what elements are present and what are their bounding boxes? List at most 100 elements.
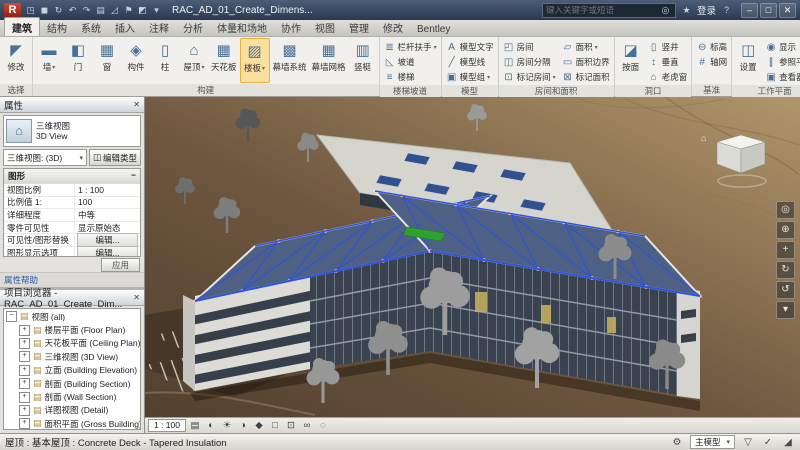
property-row[interactable]: 详细程度中等: [4, 209, 140, 222]
floor-button[interactable]: ▨ 楼板▾: [240, 38, 270, 83]
model-line-button[interactable]: ╱ 模型线: [444, 55, 496, 69]
tag-area-button[interactable]: ⊠ 标记面积: [560, 70, 612, 84]
rendering-icon[interactable]: ◆: [252, 420, 266, 431]
rewind-icon[interactable]: ↺: [776, 281, 795, 299]
component-button[interactable]: ◈ 构件: [122, 38, 150, 83]
close-icon[interactable]: ✕: [133, 100, 140, 109]
panel-label-model[interactable]: 模型: [442, 85, 498, 97]
close-icon[interactable]: ✕: [133, 293, 140, 302]
detail-level-icon[interactable]: ▤: [188, 420, 202, 431]
property-row[interactable]: 比例值 1:100: [4, 197, 140, 210]
grid-button[interactable]: # 轴网: [694, 55, 729, 69]
tab-annotate[interactable]: 注释: [142, 18, 176, 36]
tab-collaborate[interactable]: 协作: [274, 18, 308, 36]
tab-insert[interactable]: 插入: [108, 18, 142, 36]
tab-bentley[interactable]: Bentley: [410, 22, 457, 36]
tree-item-detail[interactable]: + ▤ 详图视图 (Detail): [4, 404, 140, 417]
measure-icon[interactable]: ◿: [108, 5, 121, 16]
property-row[interactable]: 视图比例1 : 100: [4, 184, 140, 197]
tab-architecture[interactable]: 建筑: [4, 17, 40, 36]
zoom-icon[interactable]: ⊕: [776, 221, 795, 239]
redo-icon[interactable]: ↷: [80, 5, 93, 16]
window-button[interactable]: ▦ 窗: [93, 38, 121, 83]
app-logo-icon[interactable]: R: [4, 3, 21, 18]
model-group-button[interactable]: ▣ 模型组 ▾: [444, 70, 496, 84]
model-text-button[interactable]: A 模型文字: [444, 40, 496, 54]
default-3d-view-icon[interactable]: ◩: [136, 5, 149, 16]
design-option-dropdown[interactable]: 主模型 ▾: [690, 435, 735, 449]
tab-structure[interactable]: 结构: [40, 18, 74, 36]
tab-manage[interactable]: 管理: [342, 18, 376, 36]
type-selector[interactable]: ⌂ 三维视图 3D View: [3, 115, 141, 147]
shadows-icon[interactable]: ◑: [236, 420, 250, 431]
collapse-icon[interactable]: −: [131, 170, 136, 182]
sync-icon[interactable]: ↻: [52, 5, 65, 16]
minimize-icon[interactable]: –: [741, 3, 758, 18]
tree-item-floor-plan[interactable]: + ▤ 楼层平面 (Floor Plan): [4, 323, 140, 336]
temporary-hide-icon[interactable]: ∞: [300, 420, 314, 431]
navbar-more-icon[interactable]: ▾: [776, 301, 795, 319]
set-work-plane-button[interactable]: ◫ 设置: [734, 38, 762, 84]
level-button[interactable]: ⊖ 标高: [694, 40, 729, 54]
viewer-button[interactable]: ▣ 查看器: [763, 70, 800, 84]
sign-in-link[interactable]: 登录: [697, 3, 716, 17]
close-icon[interactable]: ✕: [779, 3, 796, 18]
crop-view-icon[interactable]: □: [268, 420, 282, 431]
mullion-button[interactable]: ▥ 竖梃: [349, 38, 377, 83]
tree-item-building-section[interactable]: + ▤ 剖面 (Building Section): [4, 377, 140, 390]
show-work-plane-button[interactable]: ◉ 显示: [763, 40, 800, 54]
tree-item-3d-view[interactable]: + ▤ 三维视图 (3D View): [4, 350, 140, 363]
expand-icon[interactable]: +: [19, 418, 30, 429]
expand-icon[interactable]: +: [19, 338, 30, 349]
expand-icon[interactable]: +: [19, 392, 30, 403]
column-button[interactable]: ▯ 柱: [151, 38, 179, 83]
railing-button[interactable]: ≣ 栏杆扶手 ▾: [382, 40, 439, 54]
show-crop-icon[interactable]: ⊡: [284, 420, 298, 431]
expand-icon[interactable]: +: [19, 351, 30, 362]
help-icon[interactable]: ?: [720, 5, 733, 15]
orbit-icon[interactable]: ↻: [776, 261, 795, 279]
visual-style-icon[interactable]: ◐: [204, 420, 218, 431]
panel-label-circulation[interactable]: 楼梯坡道: [380, 85, 441, 97]
expand-icon[interactable]: +: [19, 378, 30, 389]
ceiling-button[interactable]: ▦ 天花板: [209, 38, 239, 83]
editable-only-icon[interactable]: ✓: [761, 437, 775, 448]
panel-label-work-plane[interactable]: 工作平面: [732, 85, 800, 97]
search-icon[interactable]: ◎: [659, 5, 672, 16]
edit-type-button[interactable]: ◫ 编辑类型: [89, 149, 141, 166]
area-boundary-button[interactable]: ▭ 面积边界: [560, 55, 612, 69]
apply-button[interactable]: 应用: [101, 258, 140, 272]
curtain-system-button[interactable]: ▩ 幕墙系统: [271, 38, 309, 83]
print-icon[interactable]: ▤: [94, 5, 107, 16]
tree-item-wall-section[interactable]: + ▤ 剖面 (Wall Section): [4, 390, 140, 403]
wall-button[interactable]: ▬ 墙▾: [35, 38, 63, 83]
panel-label-opening[interactable]: 洞口: [615, 85, 692, 97]
modify-button[interactable]: ◤ 修改: [2, 38, 30, 83]
area-button[interactable]: ▱ 面积 ▾: [560, 40, 612, 54]
tag-room-button[interactable]: ⊡ 标记房间 ▾: [501, 70, 558, 84]
panel-label-room-area[interactable]: 房间和面积: [499, 85, 614, 97]
tab-view[interactable]: 视图: [308, 18, 342, 36]
edit-button[interactable]: 编辑...: [77, 246, 138, 257]
dormer-button[interactable]: ⌂ 老虎窗: [646, 70, 690, 84]
tree-item-gross-building[interactable]: + ▤ 面积平面 (Gross Building): [4, 417, 140, 430]
by-face-button[interactable]: ◪ 按面: [617, 38, 645, 84]
expand-icon[interactable]: +: [19, 325, 30, 336]
panel-label-build[interactable]: 构建: [33, 84, 379, 96]
tab-analyze[interactable]: 分析: [176, 18, 210, 36]
shaft-button[interactable]: ▯ 竖井: [646, 40, 690, 54]
undo-icon[interactable]: ↶: [66, 5, 79, 16]
tag-icon[interactable]: ⚑: [122, 5, 135, 16]
expand-icon[interactable]: +: [19, 405, 30, 416]
tab-systems[interactable]: 系统: [74, 18, 108, 36]
search-input[interactable]: [546, 5, 656, 16]
pan-icon[interactable]: +: [776, 241, 795, 259]
room-separator-button[interactable]: ◫ 房间分隔: [501, 55, 558, 69]
door-button[interactable]: ◧ 门: [64, 38, 92, 83]
tree-item-ceiling-plan[interactable]: + ▤ 天花板平面 (Ceiling Plan): [4, 337, 140, 350]
save-icon[interactable]: ◼: [38, 5, 51, 16]
maximize-icon[interactable]: □: [760, 3, 777, 18]
workset-icon[interactable]: ⚙: [670, 437, 684, 448]
scale-control[interactable]: 1 : 100: [148, 419, 186, 432]
steering-wheel-icon[interactable]: ◎: [776, 201, 795, 219]
